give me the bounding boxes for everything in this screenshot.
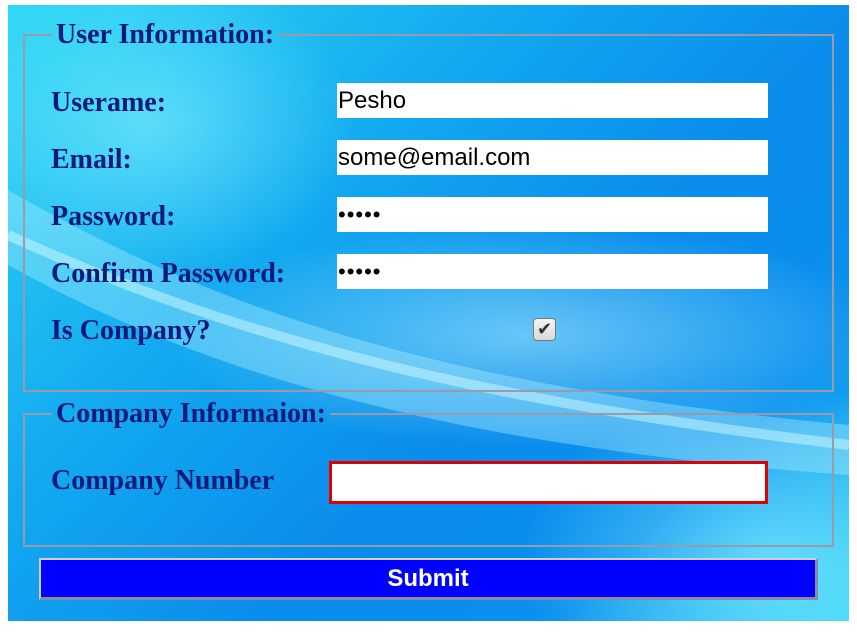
company-number-label: Company Number <box>51 465 275 496</box>
is-company-checkbox[interactable]: ✔ <box>533 318 556 341</box>
user-information-legend: User Information: <box>56 19 275 50</box>
is-company-label: Is Company? <box>51 315 211 346</box>
confirm-password-input[interactable]: ••••• <box>337 254 768 289</box>
checkmark-icon: ✔ <box>536 319 553 340</box>
company-number-input[interactable] <box>329 461 768 504</box>
email-label: Email: <box>51 144 132 175</box>
confirm-password-label: Confirm Password: <box>51 258 286 289</box>
email-input[interactable]: some@email.com <box>337 140 768 175</box>
password-input[interactable]: ••••• <box>337 197 768 232</box>
submit-button[interactable]: Submit <box>39 558 818 600</box>
company-information-legend: Company Informaion: <box>56 398 326 429</box>
username-label: Userame: <box>51 87 167 118</box>
username-input[interactable]: Pesho <box>337 83 768 118</box>
password-label: Password: <box>51 201 176 232</box>
